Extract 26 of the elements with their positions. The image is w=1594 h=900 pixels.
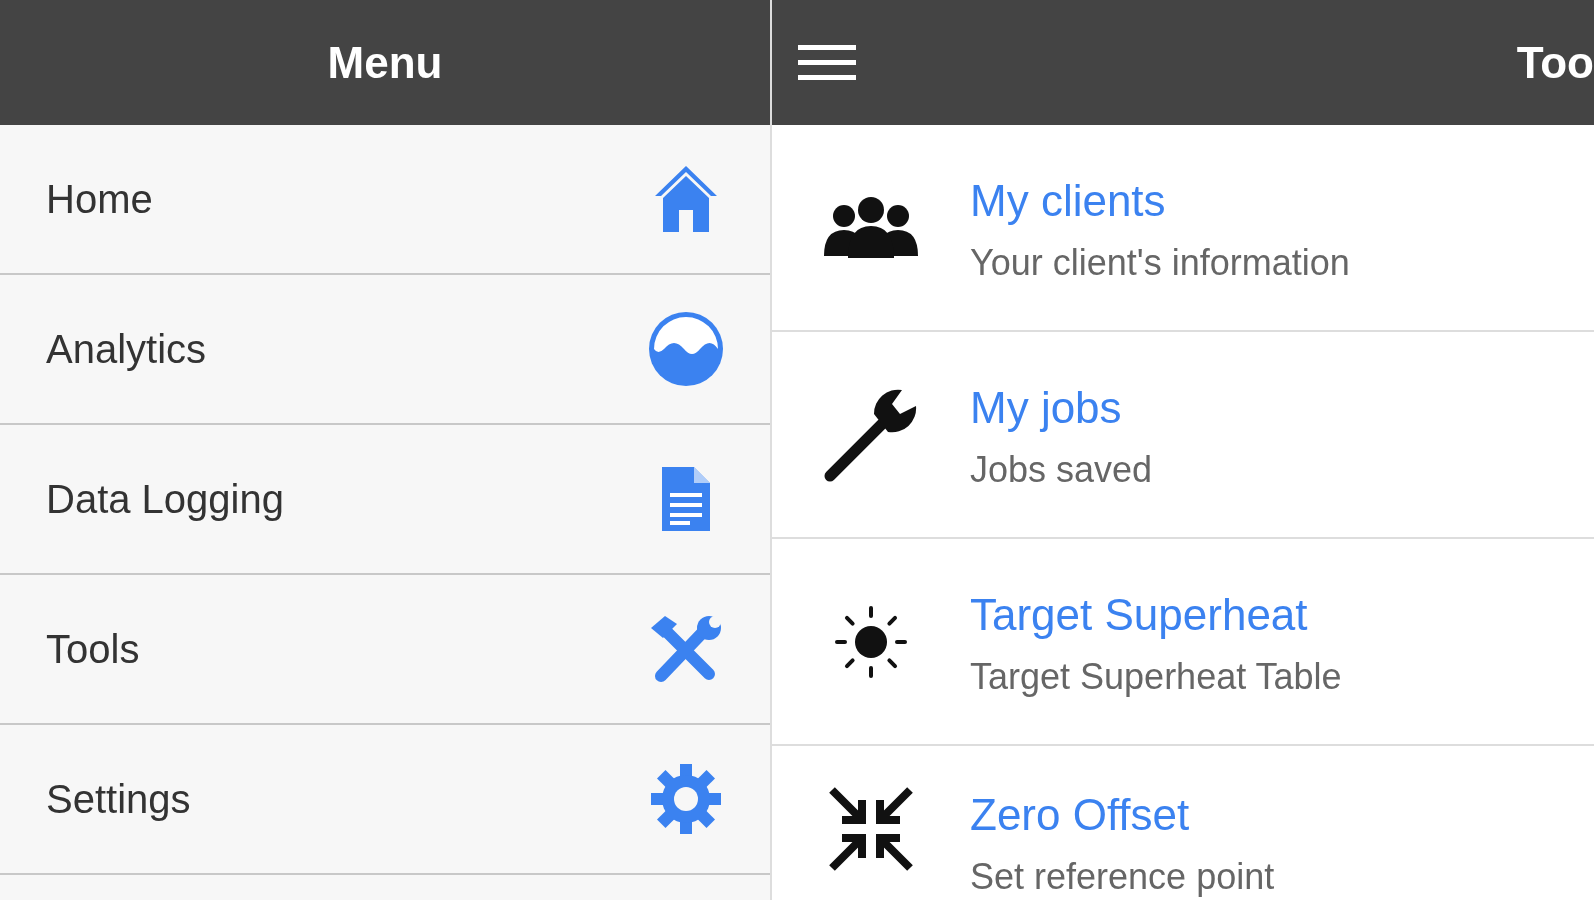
people-icon (822, 195, 920, 260)
menu-title: Menu (327, 37, 443, 88)
tool-title: Zero Offset (970, 790, 1191, 840)
tool-subtitle: Target Superheat Table (970, 655, 1342, 698)
page-title: Too (1516, 37, 1594, 88)
menu-item[interactable]: Settings (0, 725, 770, 875)
tool-subtitle: Your client's information (970, 241, 1350, 284)
tool-title: My clients (970, 175, 1167, 226)
tools-icon (649, 614, 723, 684)
tool-subtitle: Set reference point (970, 856, 1275, 898)
menu-item[interactable]: Data Logging (0, 425, 770, 575)
menu-item[interactable]: Tools (0, 575, 770, 725)
tool-item[interactable]: My jobs Jobs saved (772, 332, 1594, 539)
tool-item[interactable]: Target Superheat Target Superheat Table (772, 539, 1594, 746)
compress-arrows-icon (828, 786, 914, 872)
settings-icon (651, 764, 721, 834)
menu-item[interactable]: Home (0, 125, 770, 275)
sun-icon (835, 605, 907, 678)
tool-subtitle: Jobs saved (970, 448, 1153, 491)
tool-title: Target Superheat (970, 589, 1309, 640)
tool-item[interactable]: My clients Your client's information (772, 125, 1594, 332)
wave-circle-icon (646, 309, 726, 389)
home-icon (653, 164, 719, 234)
document-icon (660, 465, 712, 533)
tool-title: My jobs (970, 382, 1123, 433)
menu-item[interactable]: Analytics (0, 275, 770, 425)
